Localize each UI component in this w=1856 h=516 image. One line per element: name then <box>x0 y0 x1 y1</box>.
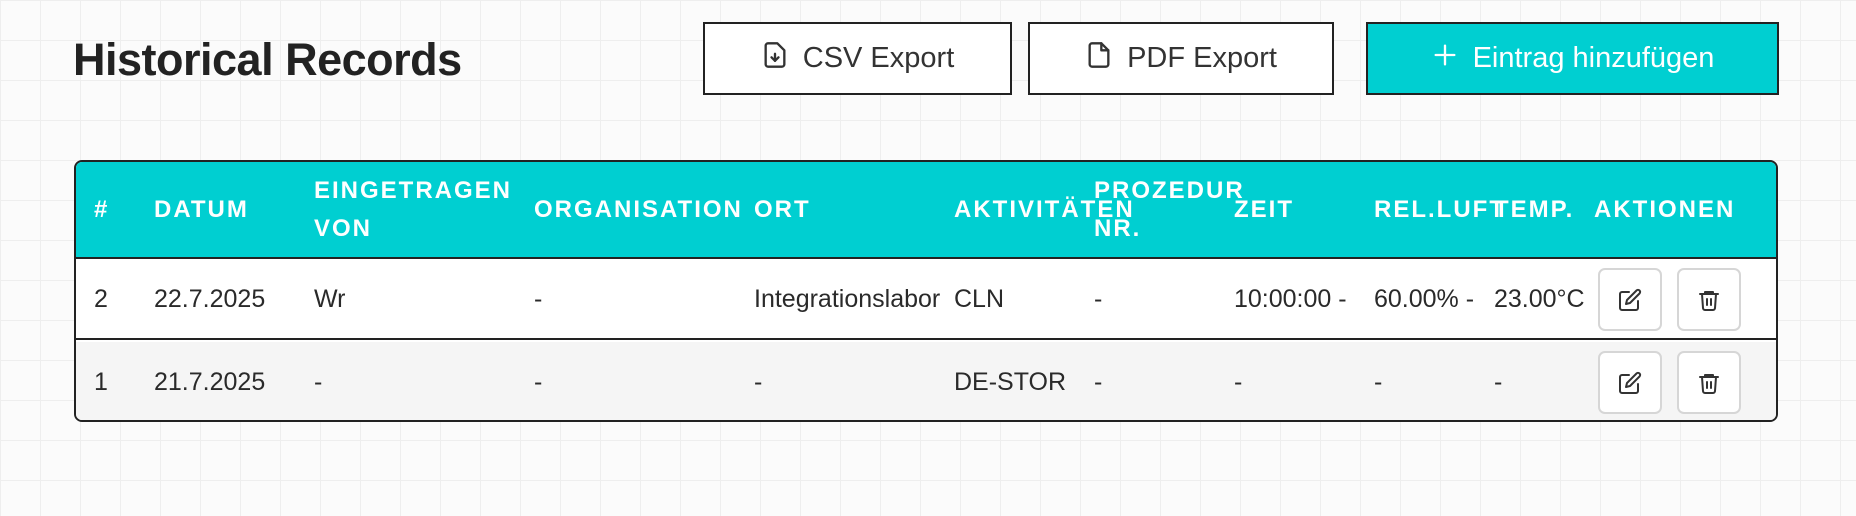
column-header-temp[interactable]: TEMP. <box>1494 162 1574 257</box>
column-header-prozedur-nr[interactable]: PROZEDUR NR. <box>1094 162 1254 257</box>
trash-icon <box>1699 373 1719 394</box>
page: Historical Records CSV Export PDF Export… <box>0 0 1856 516</box>
cell-zeit: 10:00:00 - <box>1234 285 1347 313</box>
cell-prozedur-nr: - <box>1094 368 1103 396</box>
cell-eingetragen-von: - <box>314 368 323 396</box>
cell-prozedur-nr: - <box>1094 285 1103 313</box>
table-header: # DATUM EINGETRAGEN VON ORGANISATION ORT… <box>76 162 1776 259</box>
cell-number: 1 <box>94 368 108 396</box>
cell-number: 2 <box>94 285 108 313</box>
delete-button[interactable] <box>1677 351 1741 414</box>
plus-icon <box>1431 41 1459 77</box>
column-header-number[interactable]: # <box>94 162 109 257</box>
column-header-rel-luftf[interactable]: REL.LUFTF. <box>1374 162 1502 257</box>
file-icon <box>1085 41 1113 77</box>
cell-organisation: - <box>534 285 543 313</box>
trash-icon <box>1699 290 1719 311</box>
cell-rel-luftf: - <box>1374 368 1383 396</box>
add-entry-button[interactable]: Eintrag hinzufügen <box>1366 22 1779 95</box>
cell-temp: 23.00°C <box>1494 285 1585 313</box>
delete-button[interactable] <box>1677 268 1741 331</box>
pdf-export-button[interactable]: PDF Export <box>1028 22 1334 95</box>
edit-button[interactable] <box>1598 351 1662 414</box>
column-header-zeit[interactable]: ZEIT <box>1234 162 1294 257</box>
records-table: # DATUM EINGETRAGEN VON ORGANISATION ORT… <box>74 160 1778 422</box>
cell-ort: - <box>754 368 763 396</box>
cell-temp: - <box>1494 368 1503 396</box>
page-title: Historical Records <box>73 34 462 85</box>
add-entry-label: Eintrag hinzufügen <box>1472 42 1715 74</box>
cell-organisation: - <box>534 368 543 396</box>
cell-zeit: - <box>1234 368 1243 396</box>
edit-icon <box>1619 288 1642 311</box>
column-header-datum[interactable]: DATUM <box>154 162 249 257</box>
edit-icon <box>1619 371 1642 394</box>
column-header-eingetragen-von[interactable]: EINGETRAGEN VON <box>314 162 524 257</box>
cell-ort: Integrationslabor <box>754 285 941 313</box>
pdf-export-label: PDF Export <box>1127 42 1277 74</box>
cell-datum: 21.7.2025 <box>154 368 266 396</box>
csv-export-button[interactable]: CSV Export <box>703 22 1012 95</box>
cell-aktivitaeten: CLN <box>954 285 1005 313</box>
table-row: 1 21.7.2025 - - - DE-STOR - - - - <box>76 342 1776 420</box>
file-download-icon <box>761 41 789 77</box>
column-header-ort[interactable]: ORT <box>754 162 811 257</box>
cell-rel-luftf: 60.00% - <box>1374 285 1475 313</box>
csv-export-label: CSV Export <box>802 42 955 74</box>
cell-aktivitaeten: DE-STOR <box>954 368 1067 396</box>
table-row: 2 22.7.2025 Wr - Integrationslabor CLN -… <box>76 259 1776 340</box>
column-header-organisation[interactable]: ORGANISATION <box>534 162 743 257</box>
cell-eingetragen-von: Wr <box>314 285 346 313</box>
edit-button[interactable] <box>1598 268 1662 331</box>
column-header-aktionen: AKTIONEN <box>1594 195 1736 223</box>
cell-datum: 22.7.2025 <box>154 285 266 313</box>
